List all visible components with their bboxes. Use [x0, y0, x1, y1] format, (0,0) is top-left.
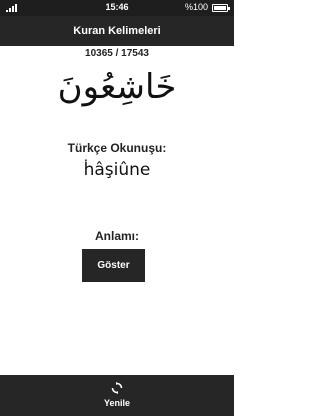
battery-full-icon [212, 4, 230, 12]
reading-value: ḣâşiûne [83, 160, 151, 180]
refresh-icon [111, 382, 123, 394]
word-counter: 10365 / 17543 [85, 48, 149, 59]
page-title: Kuran Kelimeleri [73, 25, 161, 37]
reading-label: Türkçe Okunuşu: [67, 141, 167, 155]
show-meaning-button[interactable]: Göster [82, 249, 145, 282]
refresh-label: Yenile [103, 398, 130, 408]
app-header: Kuran Kelimeleri [0, 16, 234, 46]
battery-percentage: %100 [184, 2, 208, 12]
status-bar: 15:46 %100 [0, 0, 234, 16]
meaning-label: Anlamı: [94, 229, 139, 243]
refresh-button[interactable]: Yenile [92, 378, 142, 413]
arabic-word: خَاشِعُونَ [57, 67, 177, 107]
